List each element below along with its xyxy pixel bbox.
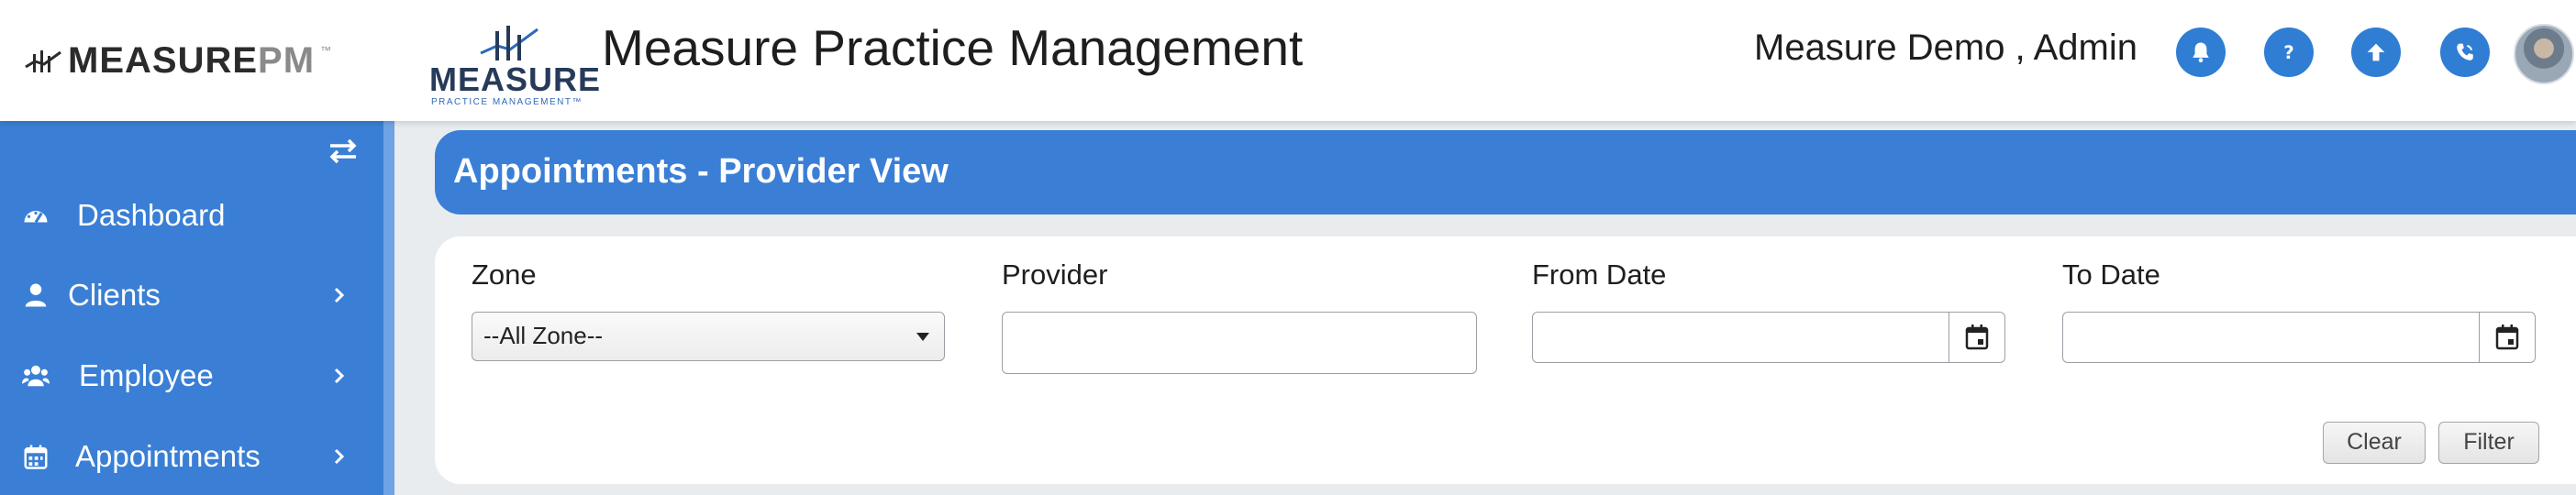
- sidebar-item-employee[interactable]: Employee: [0, 344, 383, 408]
- clear-button[interactable]: Clear: [2323, 422, 2426, 464]
- chevron-right-icon: [334, 448, 345, 465]
- filter-panel: Zone --All Zone-- Provider From Date To …: [435, 236, 2576, 484]
- top-header: MEASUREPM ™ MEASURE PRACTICE MANAGEMENT™…: [0, 0, 2576, 121]
- upload-icon: [2367, 43, 2385, 61]
- calendar-picker-button[interactable]: [2479, 313, 2535, 362]
- brand-name: MEASUREPM: [68, 39, 316, 81]
- logo-subtitle: PRACTICE MANAGEMENT™: [431, 97, 583, 107]
- logo-chart-icon: [480, 26, 539, 60]
- from-date-label: From Date: [1532, 258, 1667, 291]
- calendar-icon: [20, 441, 51, 472]
- users-group-icon: [20, 360, 51, 391]
- user-icon: [20, 280, 51, 311]
- phone-button[interactable]: [2440, 28, 2490, 77]
- sidebar-edge: [383, 121, 394, 495]
- phone-icon: [2457, 43, 2473, 60]
- brand-logo[interactable]: MEASUREPM ™: [24, 40, 331, 81]
- zone-select[interactable]: --All Zone--: [472, 312, 945, 361]
- sidebar-item-label: Dashboard: [77, 198, 226, 232]
- company-logo: MEASURE PRACTICE MANAGEMENT™: [427, 22, 600, 107]
- sidebar-item-label: Clients: [68, 278, 161, 312]
- chart-logo-icon: [25, 50, 61, 72]
- notifications-button[interactable]: [2176, 28, 2226, 77]
- user-avatar[interactable]: [2514, 24, 2574, 84]
- svg-text:?: ?: [2283, 42, 2294, 63]
- page-title: Appointments - Provider View: [453, 152, 949, 191]
- chevron-right-icon: [334, 368, 345, 384]
- zone-select-value: --All Zone--: [483, 322, 604, 349]
- app-title: Measure Practice Management: [602, 19, 1304, 76]
- provider-label: Provider: [1002, 258, 1108, 291]
- logo-word: MEASURE: [429, 60, 602, 98]
- bell-icon: [2193, 42, 2209, 63]
- chevron-right-icon: [334, 287, 345, 303]
- calendar-icon: [1965, 324, 1989, 350]
- filter-button[interactable]: Filter: [2438, 422, 2539, 464]
- sidebar-item-appointments[interactable]: Appointments: [0, 424, 383, 489]
- provider-input[interactable]: [1002, 312, 1477, 374]
- brand-trademark: ™: [320, 44, 332, 57]
- zone-label: Zone: [472, 258, 537, 291]
- sidebar-item-label: Appointments: [75, 439, 261, 473]
- sidebar: Dashboard Clients Employee Appointments: [0, 121, 383, 495]
- sidebar-item-clients[interactable]: Clients: [0, 263, 383, 327]
- dashboard-gauge-icon: [20, 200, 51, 231]
- to-date-field[interactable]: [2062, 312, 2536, 363]
- swap-arrows-icon: [329, 138, 357, 164]
- calendar-picker-button[interactable]: [1949, 313, 2004, 362]
- upload-button[interactable]: [2351, 28, 2401, 77]
- user-name[interactable]: Measure Demo , Admin: [1754, 26, 2137, 70]
- calendar-icon: [2495, 324, 2519, 350]
- page-header-banner: Appointments - Provider View: [435, 130, 2576, 214]
- help-button[interactable]: ?: [2264, 28, 2314, 77]
- from-date-field[interactable]: [1532, 312, 2005, 363]
- sidebar-toggle-button[interactable]: [327, 138, 360, 165]
- dropdown-caret-icon: [916, 333, 929, 341]
- to-date-label: To Date: [2062, 258, 2160, 291]
- sidebar-item-label: Employee: [79, 358, 214, 392]
- sidebar-item-dashboard[interactable]: Dashboard: [0, 183, 383, 248]
- help-icon: ?: [2283, 42, 2294, 63]
